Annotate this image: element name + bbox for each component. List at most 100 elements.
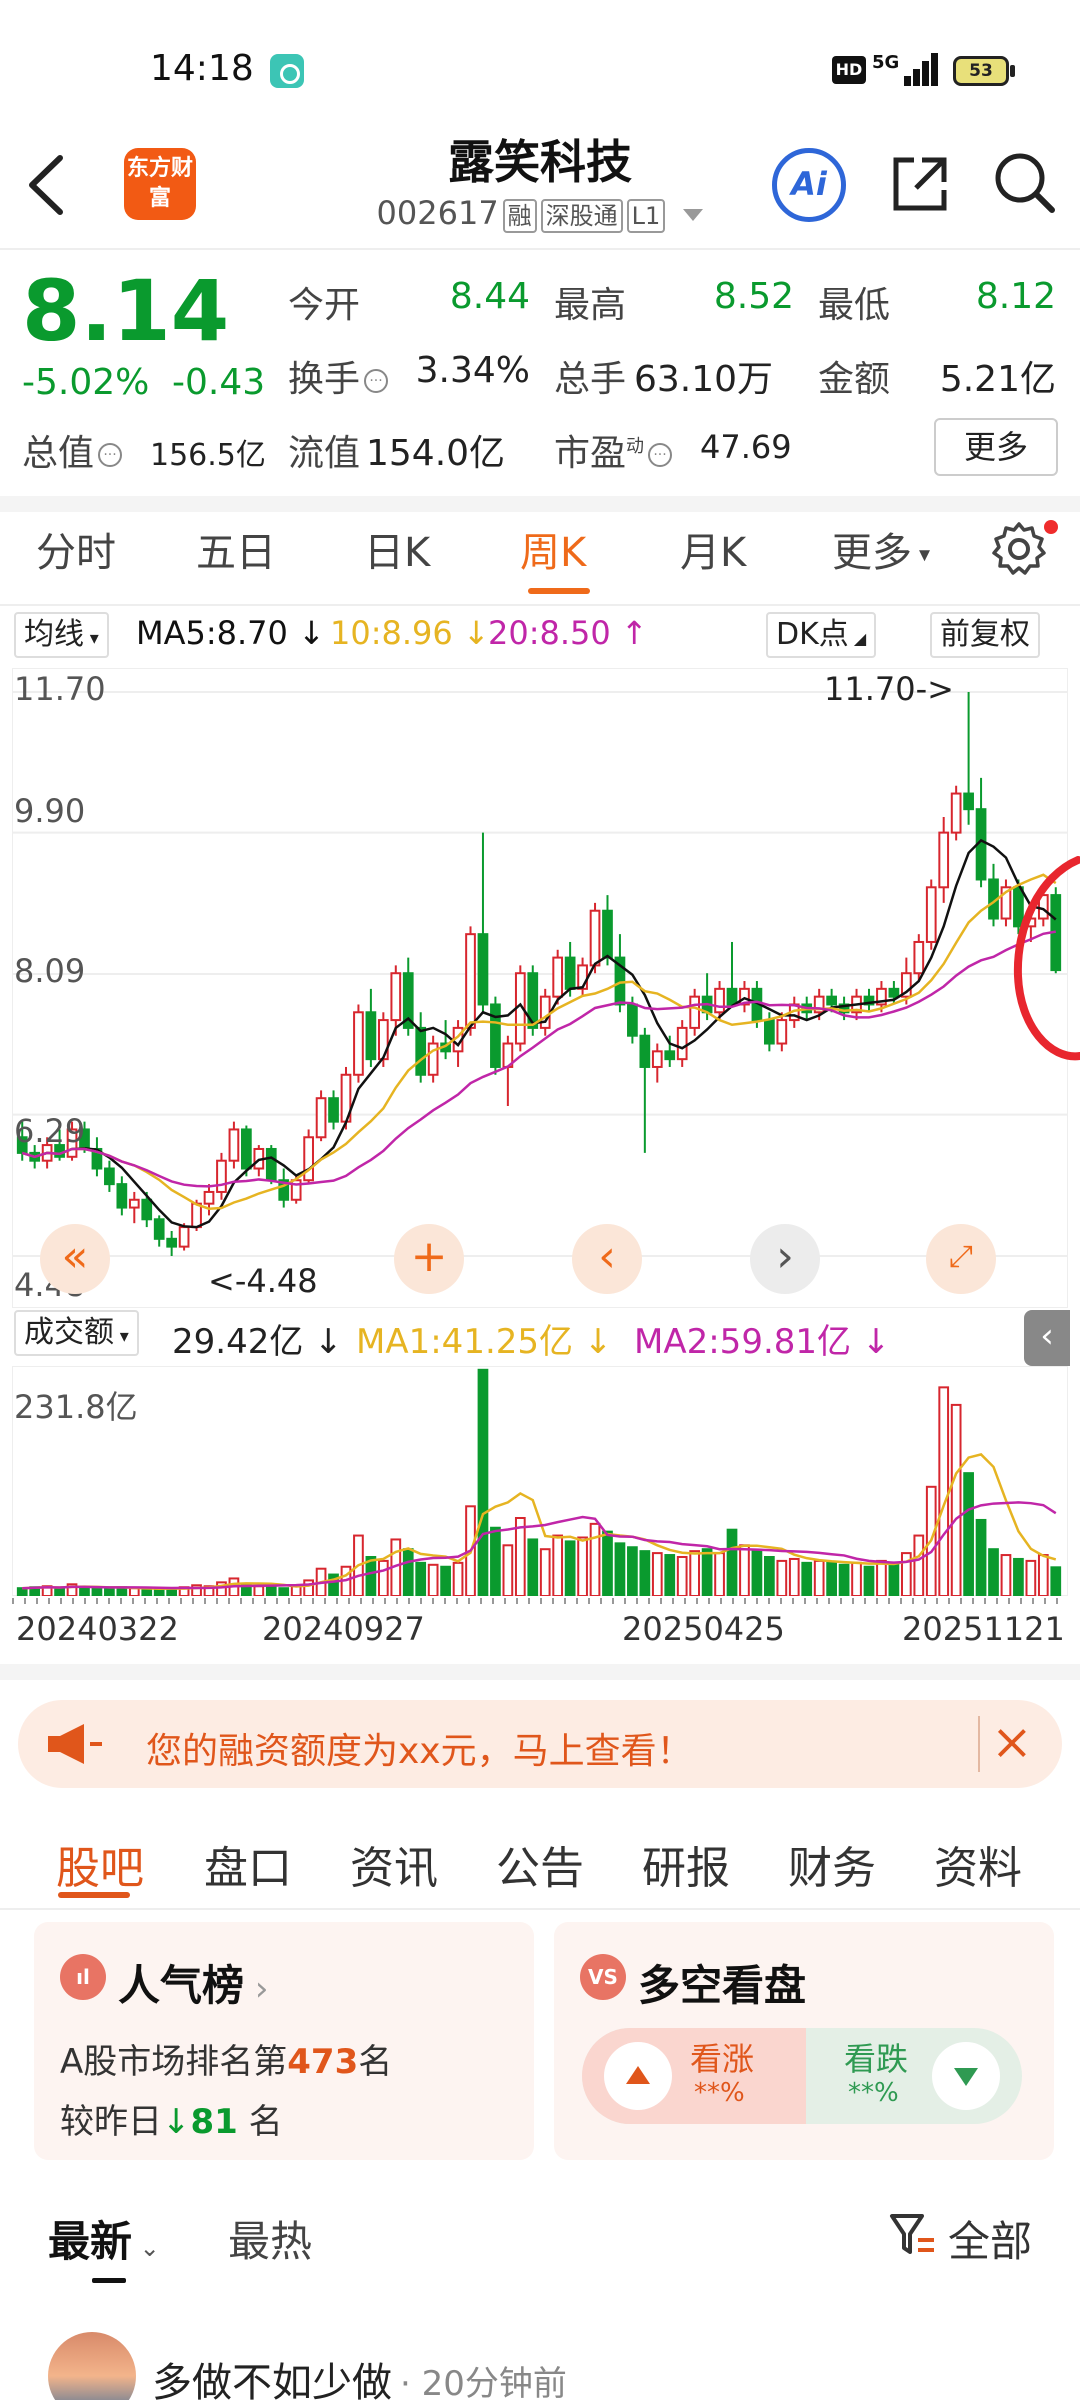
zoom-in-button[interactable]: + [394, 1224, 464, 1294]
avatar[interactable] [48, 2332, 136, 2400]
collapse-panel-tab[interactable]: ‹ [1024, 1310, 1070, 1366]
kline-chart[interactable] [12, 668, 1068, 1308]
candle-body [888, 987, 900, 998]
network-label: 5G [872, 52, 900, 73]
volume-bar [253, 1585, 265, 1596]
volume-bar [91, 1587, 103, 1596]
volume-bar [577, 1536, 588, 1596]
tab-profile[interactable]: 资料 [934, 1832, 1022, 1896]
candle-body [328, 1097, 339, 1123]
connect-tag: 深股通 [540, 199, 623, 233]
volume-bar [128, 1587, 140, 1596]
tab-research[interactable]: 研报 [642, 1832, 730, 1896]
volume-bar [427, 1563, 439, 1596]
volume-bar [16, 1587, 28, 1596]
volume-bar [502, 1544, 514, 1596]
info-icon[interactable]: ··· [648, 443, 673, 467]
share-icon[interactable] [886, 150, 954, 218]
margin-promo-banner[interactable]: 您的融资额度为xx元，马上查看！ [18, 1700, 1062, 1788]
volume-bar [963, 1472, 974, 1596]
battery-icon: 53 [953, 56, 1009, 86]
fullscreen-icon[interactable]: ⤢ [926, 1224, 996, 1294]
chevron-down-icon[interactable] [683, 209, 704, 221]
candle-body [564, 956, 576, 990]
turnover-label: 换手 ··· [288, 350, 392, 402]
volume-indicator-selector[interactable]: 成交额 ▾ [14, 1310, 139, 1356]
tab-intraday[interactable]: 分时 [36, 520, 116, 578]
volume-bar [602, 1530, 613, 1596]
close-icon[interactable] [978, 1716, 1038, 1772]
volume-legend-bar: 成交额 ▾ 29.42亿 ↓ MA1:41.25亿 ↓ MA2:59.81亿 ↓ [0, 1306, 1080, 1366]
pe-label: 市盈动 ··· [554, 424, 676, 476]
volume-y-label: 231.8亿 [14, 1388, 138, 1426]
volume-bar [79, 1586, 90, 1596]
post-author[interactable]: 多做不如少做 [152, 2350, 392, 2400]
price-adjust-toggle[interactable]: 前复权 [930, 612, 1040, 658]
sort-hot[interactable]: 最热 [228, 2208, 312, 2269]
candle-body [552, 956, 564, 998]
hd-icon: HD [832, 56, 866, 84]
amount-label: 金额 [818, 359, 891, 400]
scroll-left-fast-button[interactable]: « [40, 1224, 110, 1294]
low-value: 8.12 [975, 276, 1056, 317]
volume-bar [676, 1556, 688, 1596]
candle-body [664, 1050, 676, 1061]
tabs-divider [0, 604, 1080, 606]
tab-financials[interactable]: 财务 [788, 1832, 876, 1896]
candle-body [166, 1237, 178, 1248]
info-icon[interactable]: ··· [98, 443, 123, 467]
ai-assistant-icon[interactable]: Ai [772, 148, 846, 222]
volume-bar [838, 1563, 850, 1596]
sort-latest[interactable]: 最新 ⌄ [48, 2208, 160, 2269]
more-quote-button[interactable]: 更多 [934, 418, 1058, 476]
volume-value: 29.42亿 ↓ [172, 1322, 343, 1362]
tab-daily-k[interactable]: 日K [364, 520, 430, 578]
float-value: 154.0亿 [366, 433, 506, 474]
volume-bar [813, 1559, 825, 1596]
section-divider [0, 1664, 1080, 1680]
stock-code: 002617 [376, 194, 499, 232]
volume-bar [490, 1526, 501, 1596]
volume-bar [1037, 1554, 1049, 1596]
volume-chart[interactable] [12, 1366, 1068, 1596]
filter-all[interactable]: 全部 [948, 2208, 1032, 2269]
candle [265, 1145, 277, 1185]
tab-announcements[interactable]: 公告 [496, 1832, 584, 1896]
tab-forum[interactable]: 股吧 [56, 1832, 144, 1896]
active-tab-indicator [528, 588, 590, 594]
candle [1000, 879, 1012, 927]
filter-icon[interactable] [888, 2210, 936, 2260]
rise-arrow-icon[interactable] [604, 2042, 672, 2110]
turnover-value: 3.34% [415, 350, 530, 391]
volume-bar [651, 1552, 663, 1596]
tab-more-periods[interactable]: 更多 ▾ [832, 520, 930, 578]
volume-bar [1013, 1557, 1024, 1596]
candle-body [390, 972, 402, 1022]
volume-bar [1050, 1566, 1062, 1596]
tab-five-day[interactable]: 五日 [196, 520, 276, 578]
volume-bar [290, 1585, 302, 1596]
fall-arrow-icon[interactable] [932, 2042, 1000, 2110]
rise-percent: **% [694, 2078, 745, 2108]
candle-body [689, 995, 701, 1029]
indicator-selector[interactable]: 均线 ▾ [14, 612, 109, 658]
candle-body [265, 1147, 277, 1182]
candle-body [950, 792, 962, 834]
move-right-button[interactable]: › [750, 1224, 820, 1294]
move-left-button[interactable]: ‹ [572, 1224, 642, 1294]
info-icon[interactable]: ··· [364, 369, 389, 393]
candle-body [913, 940, 925, 975]
dk-point-toggle[interactable]: DK点 ◢ [766, 612, 877, 658]
versus-icon: VS [580, 1954, 626, 2000]
search-icon[interactable] [990, 148, 1058, 216]
section-divider [0, 496, 1080, 512]
tab-news[interactable]: 资讯 [350, 1832, 438, 1896]
candle-body [602, 909, 613, 959]
tab-weekly-k[interactable]: 周K [520, 520, 586, 578]
gear-icon[interactable] [990, 520, 1048, 578]
candle-body [639, 1034, 651, 1068]
tab-orderbook[interactable]: 盘口 [204, 1832, 292, 1896]
tab-monthly-k[interactable]: 月K [680, 520, 746, 578]
volume-bar [564, 1540, 576, 1596]
popularity-card[interactable]: ıl 人气榜 › A股市场排名第473名 较昨日↓81 名 [34, 1922, 534, 2160]
